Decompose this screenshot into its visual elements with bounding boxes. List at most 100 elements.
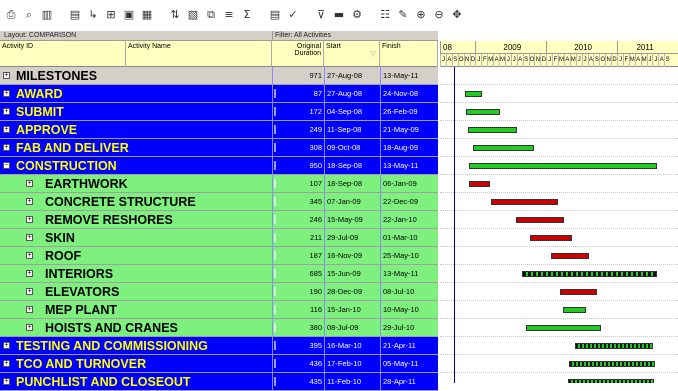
activity-name-cell[interactable]: + ELEVATORS [0,283,272,301]
group-icon[interactable]: ▦ [140,7,154,21]
duration-cell[interactable]: 172 [272,103,324,121]
start-cell[interactable]: 04-Sep-08 [324,103,380,121]
gantt-bar[interactable] [574,343,653,349]
gantt-bar[interactable] [490,199,559,205]
finish-cell[interactable]: 22-Jan-10 [380,211,438,229]
activity-name-cell[interactable]: + SKIN [0,229,272,247]
gantt-bar[interactable] [521,271,657,277]
column-header-duration[interactable]: Original Duration [272,41,324,67]
activity-name-cell[interactable]: + MEP PLANT [0,301,272,319]
activity-name-cell[interactable]: + EARTHWORK [0,175,272,193]
expand-icon[interactable]: + [3,378,10,385]
table-row[interactable]: + REMOVE RESHORES 246 15-May-09 22-Jan-10 [0,211,438,229]
table-row[interactable]: + HOISTS AND CRANES 380 08-Jul-09 29-Jul-10 [0,319,438,337]
duration-cell[interactable]: 187 [272,247,324,265]
start-cell[interactable]: 18-Sep-08 [324,175,380,193]
expand-icon[interactable]: + [26,252,33,259]
duration-cell[interactable]: 380 [272,319,324,337]
finish-cell[interactable]: 05-May-11 [380,355,438,373]
table-row[interactable]: + INTERIORS 685 15-Jun-09 13-May-11 [0,265,438,283]
columns-icon[interactable]: ▥ [40,7,54,21]
finish-cell[interactable]: 28-Apr-11 [380,373,438,391]
filter-bar[interactable]: Filter: All Activities [272,31,438,41]
duration-cell[interactable]: 308 [272,139,324,157]
start-cell[interactable]: 28-Dec-09 [324,283,380,301]
activity-name-cell[interactable]: + APPROVE [0,121,272,139]
tools-icon[interactable]: ✎ [396,7,410,21]
expand-icon[interactable]: + [26,234,33,241]
table-row[interactable]: + MILESTONES 971 27-Aug-08 13-May-11 [0,67,438,85]
column-header-finish[interactable]: Finish [380,41,438,67]
activity-name-cell[interactable]: + TCO AND TURNOVER [0,355,272,373]
column-header-start[interactable]: Start ▽ [324,41,380,67]
spelling-icon[interactable]: ✓ [286,7,300,21]
column-header-activity-name[interactable]: Activity Name [126,41,272,67]
expand-icon[interactable]: + [26,288,33,295]
activity-name-cell[interactable]: + MILESTONES [0,67,272,85]
gantt-bar[interactable] [569,361,656,367]
start-cell[interactable]: 27-Aug-08 [324,67,380,85]
gantt-bar[interactable] [515,217,565,223]
finish-cell[interactable]: 18-Aug-09 [380,139,438,157]
duration-cell[interactable]: 395 [272,337,324,355]
table-row[interactable]: + ROOF 187 16-Nov-09 25-May-10 [0,247,438,265]
expand-icon[interactable]: + [3,126,10,133]
duration-cell[interactable]: 345 [272,193,324,211]
duration-cell[interactable]: 435 [272,373,324,391]
gantt-bar[interactable] [559,289,597,295]
duration-cell[interactable]: 87 [272,85,324,103]
finish-cell[interactable]: 26-Feb-09 [380,103,438,121]
table-row[interactable]: + MEP PLANT 116 15-Jan-10 10-May-10 [0,301,438,319]
print-preview-icon[interactable]: ⌕ [22,7,36,21]
table-row[interactable]: + TESTING AND COMMISSIONING 395 16-Mar-10 21… [0,337,438,355]
duration-cell[interactable]: 950 [272,157,324,175]
column-header-activity-id[interactable]: Activity ID [0,41,126,67]
duration-cell[interactable]: 246 [272,211,324,229]
duration-cell[interactable]: 249 [272,121,324,139]
gantt-bar[interactable] [568,379,654,383]
activity-name-cell[interactable]: + REMOVE RESHORES [0,211,272,229]
progress-icon[interactable]: ⚙ [350,7,364,21]
expand-icon[interactable]: + [26,306,33,313]
activity-name-cell[interactable]: − CONSTRUCTION [0,157,272,175]
layout-icon[interactable]: ▣ [122,7,136,21]
activity-name-cell[interactable]: + SUBMIT [0,103,272,121]
expand-icon[interactable]: + [26,198,33,205]
bars-icon[interactable]: ▤ [68,7,82,21]
finish-cell[interactable]: 13-May-11 [380,157,438,175]
gantt-body[interactable] [440,67,678,383]
expand-icon[interactable]: + [3,342,10,349]
duration-cell[interactable]: 685 [272,265,324,283]
finish-cell[interactable]: 22-Dec-09 [380,193,438,211]
start-cell[interactable]: 18-Sep-08 [324,157,380,175]
finish-cell[interactable]: 08-Jul-10 [380,283,438,301]
duration-cell[interactable]: 971 [272,67,324,85]
finish-cell[interactable]: 25-May-10 [380,247,438,265]
start-cell[interactable]: 07-Jan-09 [324,193,380,211]
table-row[interactable]: + CONCRETE STRUCTURE 345 07-Jan-09 22-Dec-09 [0,193,438,211]
duration-cell[interactable]: 107 [272,175,324,193]
activity-name-cell[interactable]: + AWARD [0,85,272,103]
expand-icon[interactable]: + [26,180,33,187]
filter-funnel-icon[interactable]: ⊽ [314,7,328,21]
expand-icon[interactable]: + [3,72,10,79]
gantt-bar[interactable] [465,91,483,97]
schedule-icon[interactable]: ⧉ [204,7,218,21]
start-cell[interactable]: 09-Oct-08 [324,139,380,157]
start-cell[interactable]: 11-Feb-10 [324,373,380,391]
gantt-bar[interactable] [469,181,491,187]
finish-cell[interactable]: 29-Jul-10 [380,319,438,337]
activity-name-cell[interactable]: + HOISTS AND CRANES [0,319,272,337]
pan-icon[interactable]: ✥ [450,7,464,21]
gantt-bar[interactable] [562,307,586,313]
start-cell[interactable]: 29-Jul-09 [324,229,380,247]
expand-icon[interactable]: + [3,360,10,367]
start-cell[interactable]: 15-Jun-09 [324,265,380,283]
expand-icon[interactable]: + [3,144,10,151]
start-cell[interactable]: 15-Jan-10 [324,301,380,319]
table-row[interactable]: + EARTHWORK 107 18-Sep-08 06-Jan-09 [0,175,438,193]
gantt-bar[interactable] [473,145,535,151]
start-cell[interactable]: 08-Jul-09 [324,319,380,337]
finish-cell[interactable]: 24-Nov-08 [380,85,438,103]
start-cell[interactable]: 15-May-09 [324,211,380,229]
